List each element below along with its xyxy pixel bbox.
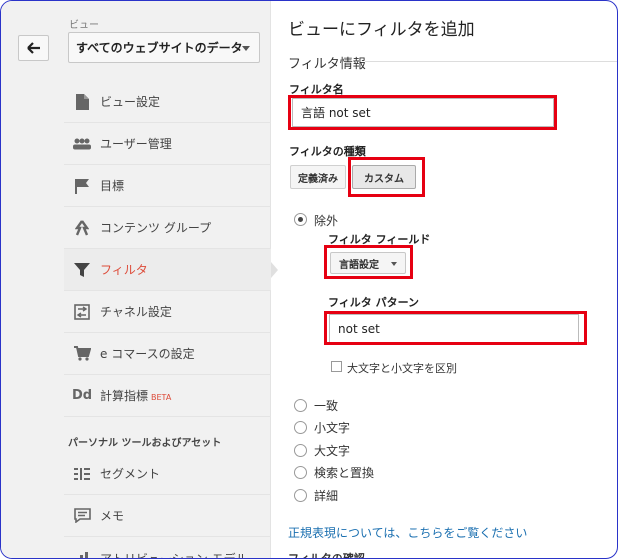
exclude-label: 除外 <box>314 214 339 228</box>
sidebar-item-goals[interactable]: 目標 <box>64 165 271 207</box>
sidebar-item-label: チャネル設定 <box>100 305 172 319</box>
sidebar-item-label: セグメント <box>100 467 161 481</box>
document-icon <box>64 93 100 110</box>
search-replace-radio[interactable] <box>294 466 307 479</box>
dd-icon: Dd <box>71 388 93 403</box>
sidebar-item-label: コンテンツ グループ <box>100 221 212 235</box>
view-label: ビュー <box>69 20 99 31</box>
content-group-icon <box>64 219 100 236</box>
sidebar-item-filters[interactable]: フィルタ <box>64 249 278 291</box>
segment-icon <box>64 467 100 481</box>
highlight-box <box>348 157 425 197</box>
sidebar-item-label: 計算指標 BETA <box>100 387 171 404</box>
predefined-button[interactable]: 定義済み <box>290 165 346 189</box>
users-icon <box>64 138 100 150</box>
view-selector-value: すべてのウェブサイトのデータ <box>76 41 243 55</box>
sidebar-item-label: アトリビューション モデル <box>100 551 248 559</box>
filter-icon <box>64 262 100 277</box>
page-title: ビューにフィルタを追加 <box>288 20 475 40</box>
sidebar-item-view-settings[interactable]: ビュー設定 <box>64 81 271 123</box>
radio-label: 詳細 <box>314 489 339 503</box>
personal-tools-nav: セグメント メモ アトリビューション モデル <box>64 453 271 559</box>
highlight-box <box>288 95 557 130</box>
advanced-radio[interactable] <box>294 489 307 502</box>
sidebar-item-label: e コマースの設定 <box>100 347 195 361</box>
highlight-box <box>324 245 413 279</box>
sidebar-item-calculated-metrics[interactable]: Dd 計算指標 BETA <box>64 375 271 417</box>
sidebar-item-content-grouping[interactable]: コンテンツ グループ <box>64 207 271 249</box>
window-frame: ビュー すべてのウェブサイトのデータ ビュー設定 ユーザー管理 目標 コンテンツ… <box>0 0 618 559</box>
view-nav: ビュー設定 ユーザー管理 目標 コンテンツ グループ フィルタ チャネル設定 e… <box>64 81 278 417</box>
match-radio[interactable] <box>294 399 307 412</box>
section-title: フィルタ情報 <box>288 57 366 72</box>
channel-icon <box>64 303 100 320</box>
lowercase-radio[interactable] <box>294 421 307 434</box>
sidebar-item-user-management[interactable]: ユーザー管理 <box>64 123 271 165</box>
radio-label: 一致 <box>314 399 339 413</box>
radio-label: 小文字 <box>314 421 351 435</box>
regex-help-link[interactable]: 正規表現については、こちらをご覧ください <box>288 524 527 541</box>
chevron-down-icon <box>242 46 250 51</box>
sidebar-item-label: 目標 <box>100 179 125 193</box>
memo-icon <box>64 508 100 523</box>
sidebar-item-label: ビュー設定 <box>100 95 161 109</box>
sidebar-item-channel-settings[interactable]: チャネル設定 <box>64 291 271 333</box>
flag-icon <box>64 178 100 194</box>
highlight-box <box>324 311 587 345</box>
sidebar-item-memo[interactable]: メモ <box>64 495 271 537</box>
cart-icon <box>64 346 100 361</box>
beta-badge: BETA <box>151 393 172 402</box>
section-divider <box>365 61 617 62</box>
exclude-radio[interactable] <box>294 213 307 226</box>
back-button[interactable] <box>18 35 49 61</box>
sidebar-item-attribution-models[interactable]: アトリビューション モデル <box>64 537 271 559</box>
uppercase-radio[interactable] <box>294 444 307 457</box>
case-sensitive-label: 大文字と小文字を区別 <box>347 362 457 375</box>
sidebar-item-label: フィルタ <box>100 263 148 277</box>
view-selector[interactable]: すべてのウェブサイトのデータ <box>68 32 260 63</box>
sidebar-item-label: メモ <box>100 509 125 523</box>
admin-sidebar: ビュー すべてのウェブサイトのデータ ビュー設定 ユーザー管理 目標 コンテンツ… <box>1 1 278 559</box>
back-arrow-icon <box>26 42 40 54</box>
sidebar-item-ecommerce-settings[interactable]: e コマースの設定 <box>64 333 271 375</box>
attribution-icon <box>64 551 100 558</box>
filter-verify-label: フィルタの確認 <box>288 552 365 559</box>
case-sensitive-checkbox[interactable] <box>331 361 342 372</box>
sidebar-item-segments[interactable]: セグメント <box>64 453 271 495</box>
calculated-metrics-label: 計算指標 <box>100 389 149 403</box>
radio-label: 大文字 <box>314 444 351 458</box>
personal-tools-heading: パーソナル ツールおよびアセット <box>68 438 222 449</box>
filter-pattern-label: フィルタ パターン <box>328 296 420 309</box>
sidebar-item-label: ユーザー管理 <box>100 137 172 151</box>
filter-form: ビューにフィルタを追加 フィルタ情報 フィルタ名 言語 not set フィルタ… <box>272 1 617 559</box>
radio-label: 検索と置換 <box>314 466 375 480</box>
